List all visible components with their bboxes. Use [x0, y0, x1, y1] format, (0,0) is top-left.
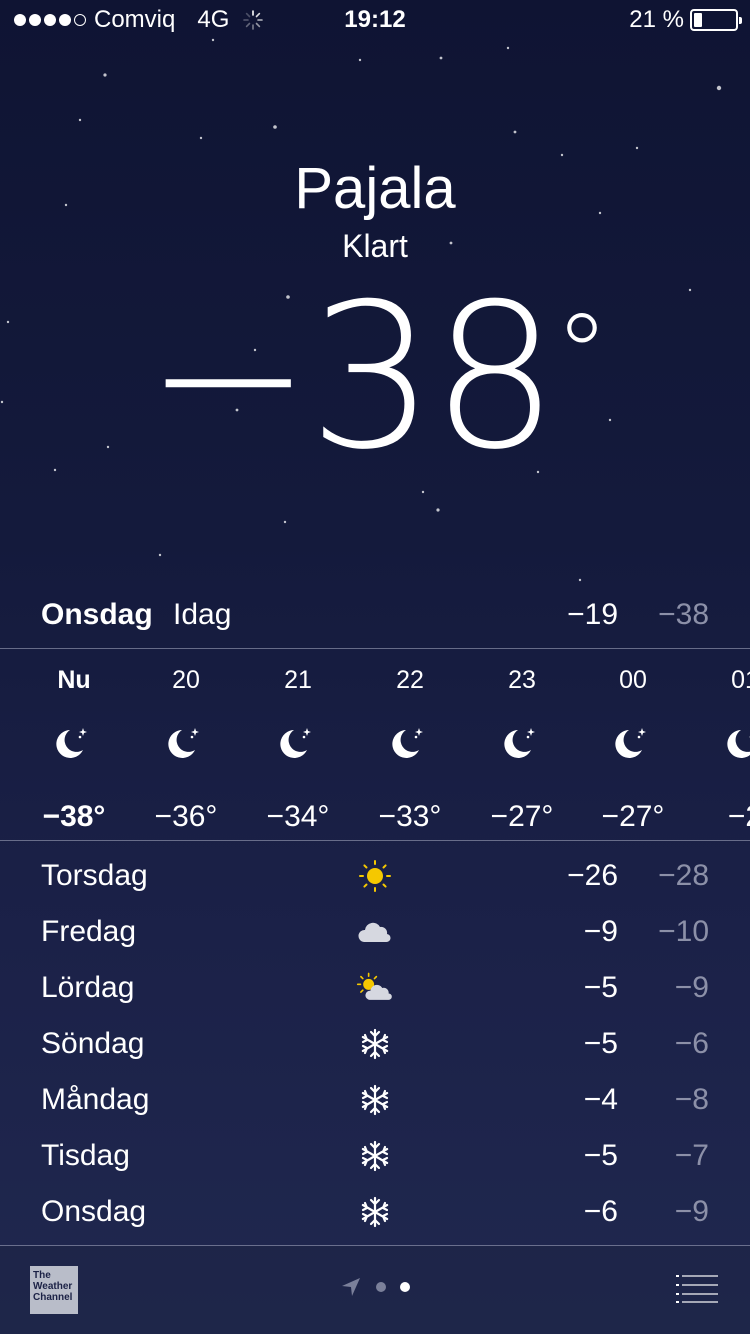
day-low-temp: −9	[674, 971, 709, 1004]
day-low-temp: −7	[674, 1139, 709, 1172]
day-low-temp: −9	[674, 1195, 709, 1228]
day-high-temp: −9	[583, 915, 618, 948]
city-name: Pajala	[294, 156, 456, 221]
moon-stars-icon	[466, 724, 578, 764]
today-day-name: Onsdag	[41, 598, 153, 631]
hourly-item: 20 −36°	[130, 650, 242, 834]
status-bar: Comviq 4G 19:12 21 %	[0, 0, 750, 40]
day-name: Söndag	[41, 1027, 145, 1060]
battery-level-fill	[694, 13, 703, 27]
sun-icon	[355, 858, 395, 894]
day-low-temp: −28	[658, 859, 709, 892]
day-high-temp: −5	[583, 971, 618, 1004]
hour-time: 01	[731, 666, 750, 694]
city-list-icon[interactable]	[676, 1274, 718, 1304]
daily-forecast-row: Torsdag −26 −28	[0, 848, 750, 904]
daily-forecast-row: Onsdag −6 −9	[0, 1184, 750, 1240]
day-high-temp: −6	[583, 1195, 618, 1228]
page-dot-1[interactable]	[376, 1282, 386, 1292]
hour-time: 23	[508, 666, 536, 694]
day-high-temp: −26	[567, 859, 618, 892]
moon-stars-icon	[689, 724, 750, 764]
page-indicator[interactable]	[340, 1276, 410, 1298]
hour-temperature: −27°	[601, 800, 665, 833]
daily-forecast-row: Lördag −5 −9	[0, 960, 750, 1016]
hour-temperature: −27°	[490, 800, 554, 833]
today-low-temp: −38	[658, 598, 709, 631]
weather-channel-logo[interactable]: The Weather Channel	[30, 1266, 78, 1314]
day-name: Onsdag	[41, 1195, 147, 1228]
hourly-item: Nu −38°	[18, 650, 130, 834]
day-high-temp: −4	[583, 1083, 618, 1116]
hour-temperature: −34°	[266, 800, 330, 833]
day-low-temp: −10	[658, 915, 709, 948]
hour-time: 00	[619, 666, 647, 694]
daily-forecast-row: Tisdag −5 −7	[0, 1128, 750, 1184]
hour-time: 21	[284, 666, 312, 694]
today-label: Idag	[173, 598, 232, 631]
hourly-item: 22 −33°	[354, 650, 466, 834]
bottom-toolbar: The Weather Channel	[0, 1246, 750, 1334]
status-right: 21 %	[629, 0, 742, 40]
moon-stars-icon	[130, 724, 242, 764]
day-high-temp: −5	[583, 1027, 618, 1060]
moon-stars-icon	[577, 724, 689, 764]
partly-cloudy-icon	[355, 970, 395, 1006]
day-low-temp: −6	[674, 1027, 709, 1060]
daily-forecast-list[interactable]: Torsdag −26 −28 Fredag −9 −10 Lördag −5 −9 Söndag…	[0, 848, 750, 1240]
weather-condition: Klart	[342, 228, 408, 264]
moon-stars-icon	[354, 724, 466, 764]
hourly-item: 23 −27°	[466, 650, 578, 834]
today-summary-row: Onsdag Idag −19 −38	[0, 598, 750, 648]
daily-forecast-row: Fredag −9 −10	[0, 904, 750, 960]
day-high-temp: −5	[583, 1139, 618, 1172]
day-name: Lördag	[41, 971, 135, 1004]
current-temperature: −38°	[0, 278, 750, 478]
daily-forecast-row: Söndag −5 −6	[0, 1016, 750, 1072]
hour-temperature: −33°	[378, 800, 442, 833]
moon-stars-icon	[18, 724, 130, 764]
divider-bottom	[0, 840, 750, 841]
day-low-temp: −8	[674, 1083, 709, 1116]
day-name: Torsdag	[41, 859, 148, 892]
hour-temperature: −36°	[154, 800, 218, 833]
battery-icon	[690, 9, 742, 31]
day-name: Tisdag	[41, 1139, 130, 1172]
hour-time: 22	[396, 666, 424, 694]
snowflake-icon	[355, 1026, 395, 1062]
hour-temperature: −2	[727, 800, 750, 833]
cloud-icon	[355, 914, 395, 950]
page-dot-2[interactable]	[400, 1282, 410, 1292]
hourly-forecast-scroller[interactable]: Nu −38° 20 −36° 21 −34° 22 −33° 23 −27° 00 −27° 01 −2	[0, 650, 750, 840]
daily-forecast-row: Måndag −4 −8	[0, 1072, 750, 1128]
divider-top	[0, 648, 750, 649]
today-high-temp: −19	[567, 598, 618, 631]
hour-temperature: −38°	[42, 800, 106, 833]
location-arrow-icon	[342, 1278, 360, 1296]
day-name: Måndag	[41, 1083, 150, 1116]
hourly-item: 01 −2	[689, 650, 750, 834]
degree-symbol: °	[554, 290, 610, 418]
current-temperature-value: −38	[144, 261, 558, 494]
day-name: Fredag	[41, 915, 137, 948]
snowflake-icon	[355, 1082, 395, 1118]
hour-time: 20	[172, 666, 200, 694]
hour-time: Nu	[57, 666, 91, 694]
battery-percentage: 21 %	[629, 6, 684, 33]
moon-stars-icon	[242, 724, 354, 764]
snowflake-icon	[355, 1138, 395, 1174]
hourly-item: 00 −27°	[577, 650, 689, 834]
hourly-item: 21 −34°	[242, 650, 354, 834]
snowflake-icon	[355, 1194, 395, 1230]
